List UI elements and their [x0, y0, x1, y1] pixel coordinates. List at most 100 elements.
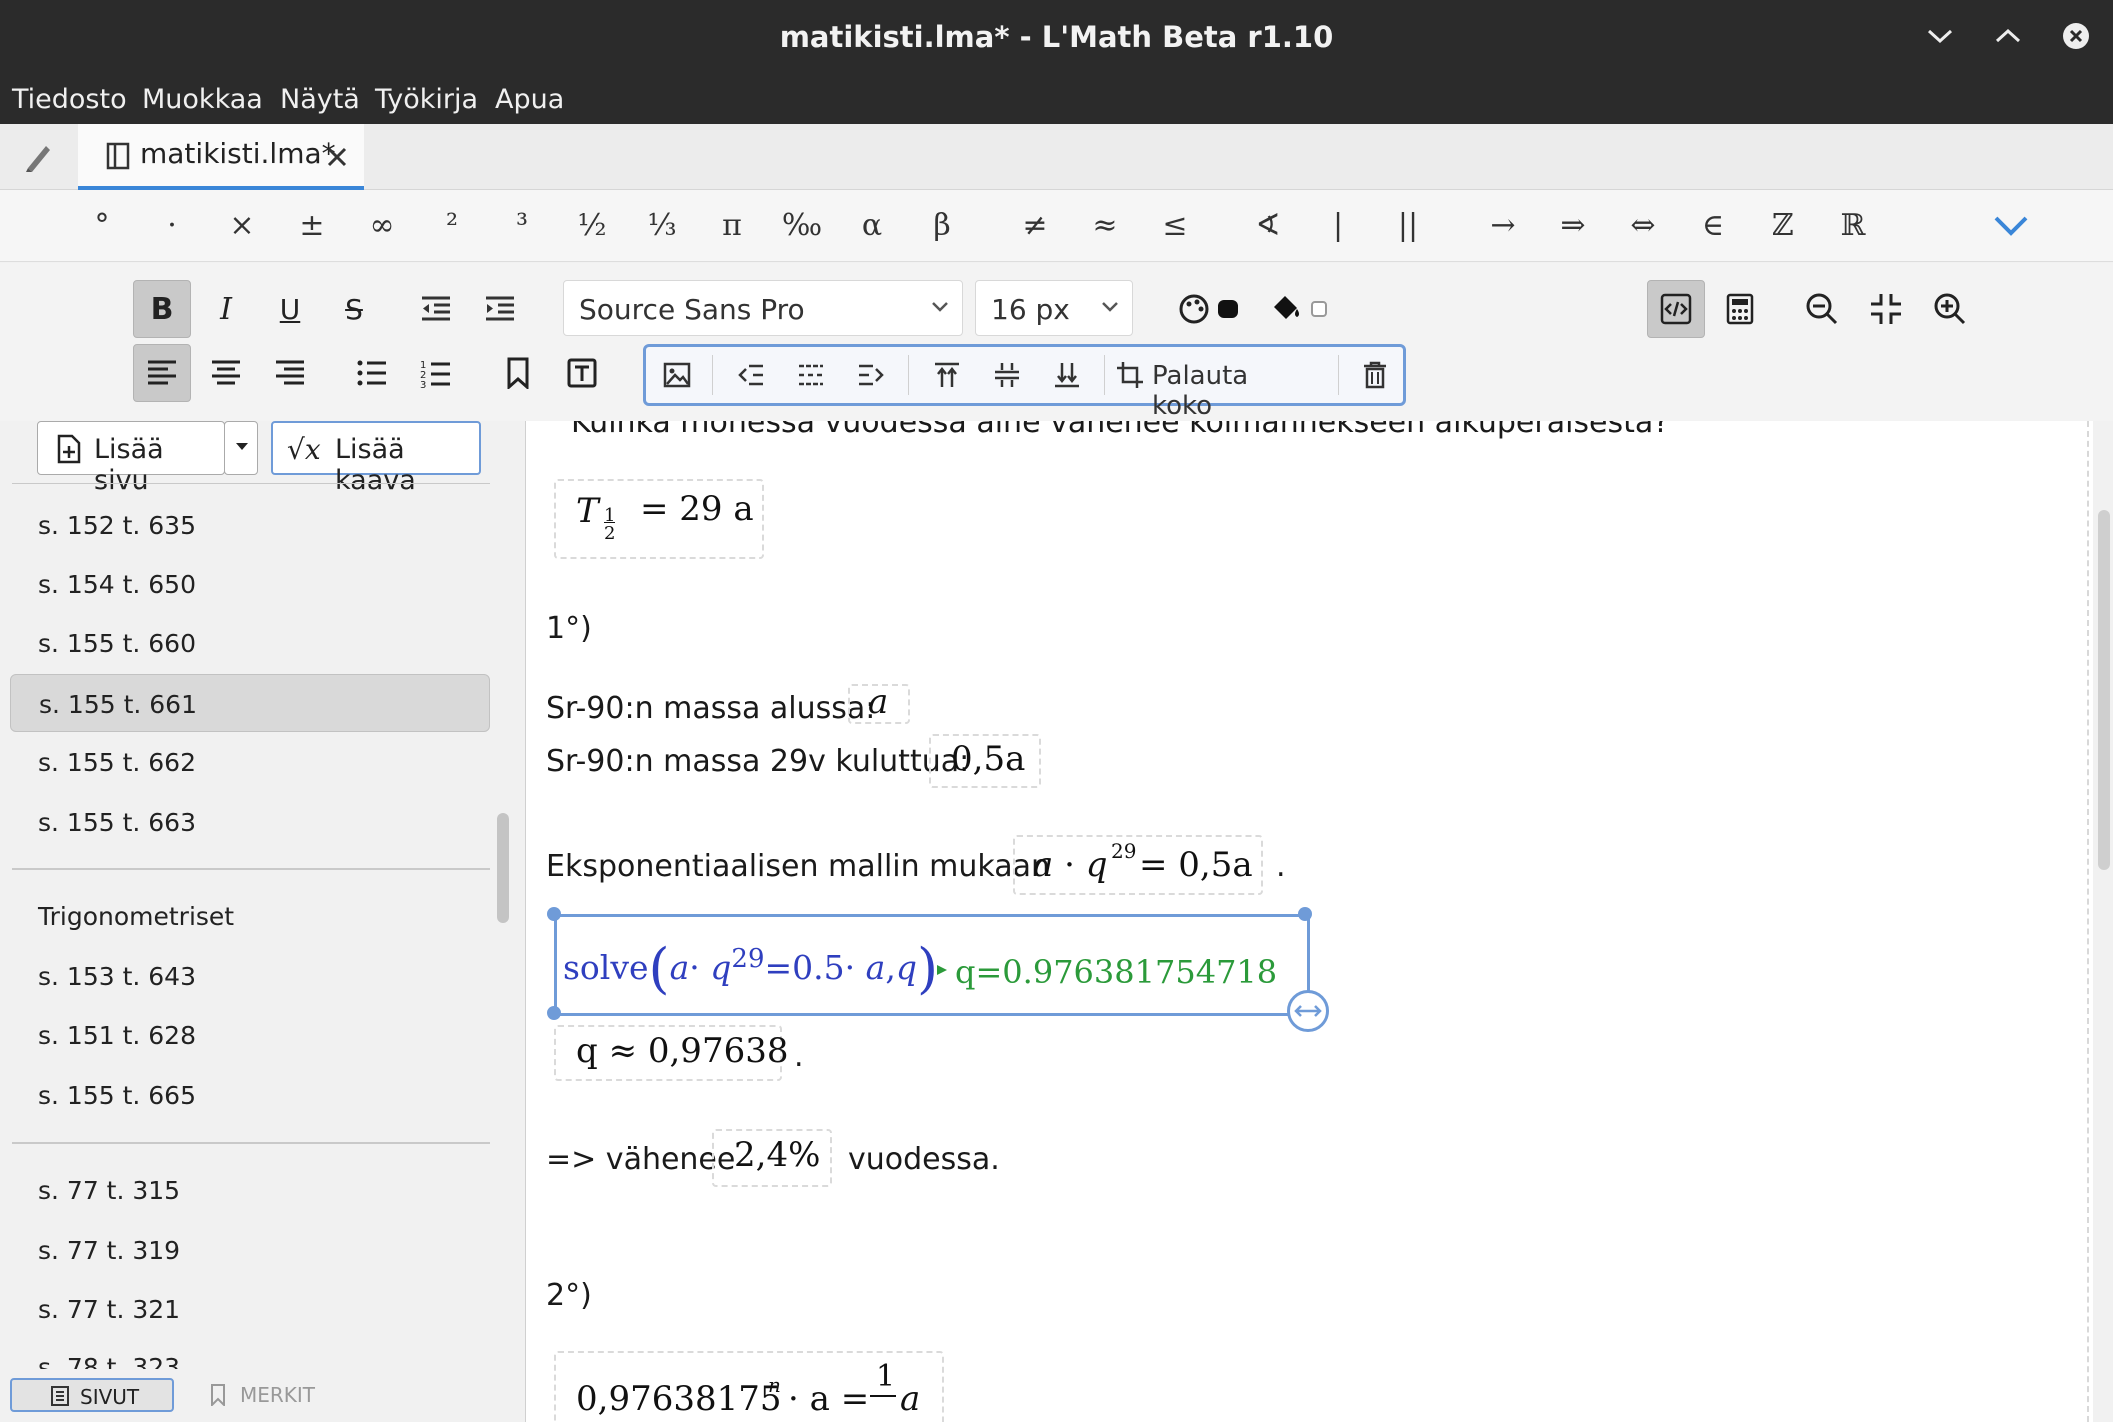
page-item[interactable]: s. 154 t. 650	[10, 555, 490, 613]
add-formula-button[interactable]: √x Lisää kaava	[271, 421, 481, 496]
close-tab-icon[interactable]	[326, 146, 348, 173]
tab-document[interactable]: matikisti.lma*	[78, 124, 364, 190]
symbol-iff[interactable]: ⇔	[1618, 204, 1668, 248]
final-formula[interactable]: 0,97638175 n · a = 1 a	[554, 1351, 944, 1422]
symbol-integers[interactable]: ℤ	[1758, 204, 1808, 248]
symbol-half[interactable]: ½	[567, 204, 617, 248]
outdent-button[interactable]	[407, 280, 465, 338]
mass-start-formula[interactable]: a	[848, 682, 910, 724]
calculator-button[interactable]	[1711, 280, 1769, 338]
numbered-list-button[interactable]: 123	[407, 344, 465, 402]
page-item[interactable]: s. 77 t. 315	[10, 1161, 490, 1219]
image-button[interactable]	[652, 347, 702, 403]
symbol-times[interactable]: ×	[217, 204, 267, 248]
page-item[interactable]: s. 78 t. 323	[10, 1339, 490, 1369]
model-formula[interactable]: a · q 29 = 0,5a	[1013, 835, 1263, 895]
cas-input[interactable]: solve(a· q29=0.5· a,q)	[563, 937, 938, 1000]
reset-size-button[interactable]: Palauta koko	[1116, 353, 1316, 421]
text-color-button[interactable]	[1175, 280, 1245, 338]
code-view-button[interactable]	[1647, 280, 1705, 338]
symbol-notequal[interactable]: ≠	[1010, 204, 1060, 248]
symbol-abs[interactable]: |	[1313, 204, 1363, 248]
menu-help[interactable]: Apua	[495, 84, 564, 115]
symbol-dot[interactable]: ·	[147, 204, 197, 248]
page-item[interactable]: s. 155 t. 663	[10, 793, 490, 851]
symbol-in[interactable]: ∈	[1688, 204, 1738, 248]
symbol-squared[interactable]: ²	[427, 204, 477, 248]
symbol-pi[interactable]: π	[707, 204, 757, 248]
menu-view[interactable]: Näytä	[280, 84, 360, 115]
horizontal-resize-handle[interactable]	[1287, 990, 1329, 1032]
page-item[interactable]: s. 152 t. 635	[10, 496, 490, 554]
bookmark-button[interactable]	[489, 344, 547, 402]
symbol-plusminus[interactable]: ±	[287, 204, 337, 248]
page-item[interactable]: s. 153 t. 643	[10, 947, 490, 1005]
zoom-out-button[interactable]	[1793, 280, 1851, 338]
align-left-button[interactable]	[133, 344, 191, 402]
indent-button[interactable]	[471, 280, 529, 338]
add-page-dropdown[interactable]	[224, 421, 258, 475]
resize-handle[interactable]	[547, 907, 561, 921]
symbol-permille[interactable]: ‰	[777, 204, 827, 248]
tab-pages[interactable]: SIVUT	[10, 1378, 174, 1412]
inline-button[interactable]	[786, 347, 836, 403]
font-family-select[interactable]: Source Sans Pro	[563, 280, 963, 336]
resize-handle[interactable]	[1298, 907, 1312, 921]
document-area[interactable]: Kuinka monessa vuodessa aine vähenee kol…	[525, 421, 2093, 1422]
bold-button[interactable]: B	[133, 280, 191, 338]
add-page-button[interactable]: Lisää sivu	[37, 421, 225, 496]
underline-button[interactable]: U	[261, 280, 319, 338]
mass-after-formula[interactable]: 0,5a	[929, 734, 1041, 788]
font-size-select[interactable]: 16 px	[975, 280, 1133, 336]
resize-handle[interactable]	[547, 1006, 561, 1020]
align-middle-button[interactable]	[982, 347, 1032, 403]
menu-workbook[interactable]: Työkirja	[375, 84, 478, 115]
maximize-button[interactable]	[1990, 18, 2026, 54]
tab-bookmarks[interactable]: MERKIT	[206, 1378, 336, 1412]
minimize-button[interactable]	[1922, 18, 1958, 54]
symbol-lessequal[interactable]: ≤	[1150, 204, 1200, 248]
menu-file[interactable]: Tiedosto	[12, 84, 127, 115]
symbol-beta[interactable]: β	[917, 204, 967, 248]
document-scrollbar[interactable]	[2098, 510, 2110, 870]
sidebar-scrollbar[interactable]	[497, 813, 509, 923]
expand-symbols-icon[interactable]	[1992, 214, 2030, 243]
delete-button[interactable]	[1350, 347, 1400, 403]
italic-button[interactable]: I	[197, 280, 255, 338]
float-left-button[interactable]	[726, 347, 776, 403]
strikethrough-button[interactable]: S	[325, 280, 383, 338]
page-item[interactable]: s. 155 t. 660	[10, 614, 490, 672]
symbol-approx[interactable]: ≈	[1080, 204, 1130, 248]
align-top-button[interactable]	[922, 347, 972, 403]
menu-edit[interactable]: Muokkaa	[142, 84, 263, 115]
zoom-in-button[interactable]	[1921, 280, 1979, 338]
decrease-formula[interactable]: 2,4%	[712, 1129, 832, 1187]
page-item[interactable]: s. 77 t. 319	[10, 1221, 490, 1279]
cas-calculation-box[interactable]: solve(a· q29=0.5· a,q) q=0.976381754718	[554, 914, 1310, 1016]
page-item-selected[interactable]: s. 155 t. 661	[10, 674, 490, 732]
symbol-norm[interactable]: ||	[1383, 204, 1433, 248]
symbol-reals[interactable]: ℝ	[1828, 204, 1878, 248]
symbol-alpha[interactable]: α	[847, 204, 897, 248]
page-item[interactable]: s. 155 t. 662	[10, 733, 490, 791]
pen-icon[interactable]	[22, 140, 52, 179]
symbol-third[interactable]: ⅓	[637, 204, 687, 248]
fill-color-button[interactable]	[1265, 280, 1335, 338]
symbol-cubed[interactable]: ³	[497, 204, 547, 248]
align-center-button[interactable]	[197, 344, 255, 402]
bullet-list-button[interactable]	[343, 344, 401, 402]
page-item[interactable]: s. 77 t. 321	[10, 1280, 490, 1338]
page-item[interactable]: s. 151 t. 628	[10, 1006, 490, 1064]
symbol-degree[interactable]: °	[77, 204, 127, 248]
text-box-button[interactable]	[553, 344, 611, 402]
zoom-reset-button[interactable]	[1857, 280, 1915, 338]
align-right-button[interactable]	[261, 344, 319, 402]
close-window-button[interactable]	[2058, 18, 2094, 54]
symbol-implies[interactable]: ⇒	[1548, 204, 1598, 248]
float-right-button[interactable]	[846, 347, 896, 403]
q-approx-formula[interactable]: q ≈ 0,97638	[554, 1025, 788, 1081]
symbol-arrow[interactable]: →	[1478, 204, 1528, 248]
symbol-angle[interactable]: ∢	[1243, 204, 1293, 248]
page-item[interactable]: s. 155 t. 665	[10, 1066, 490, 1124]
symbol-infinity[interactable]: ∞	[357, 204, 407, 248]
